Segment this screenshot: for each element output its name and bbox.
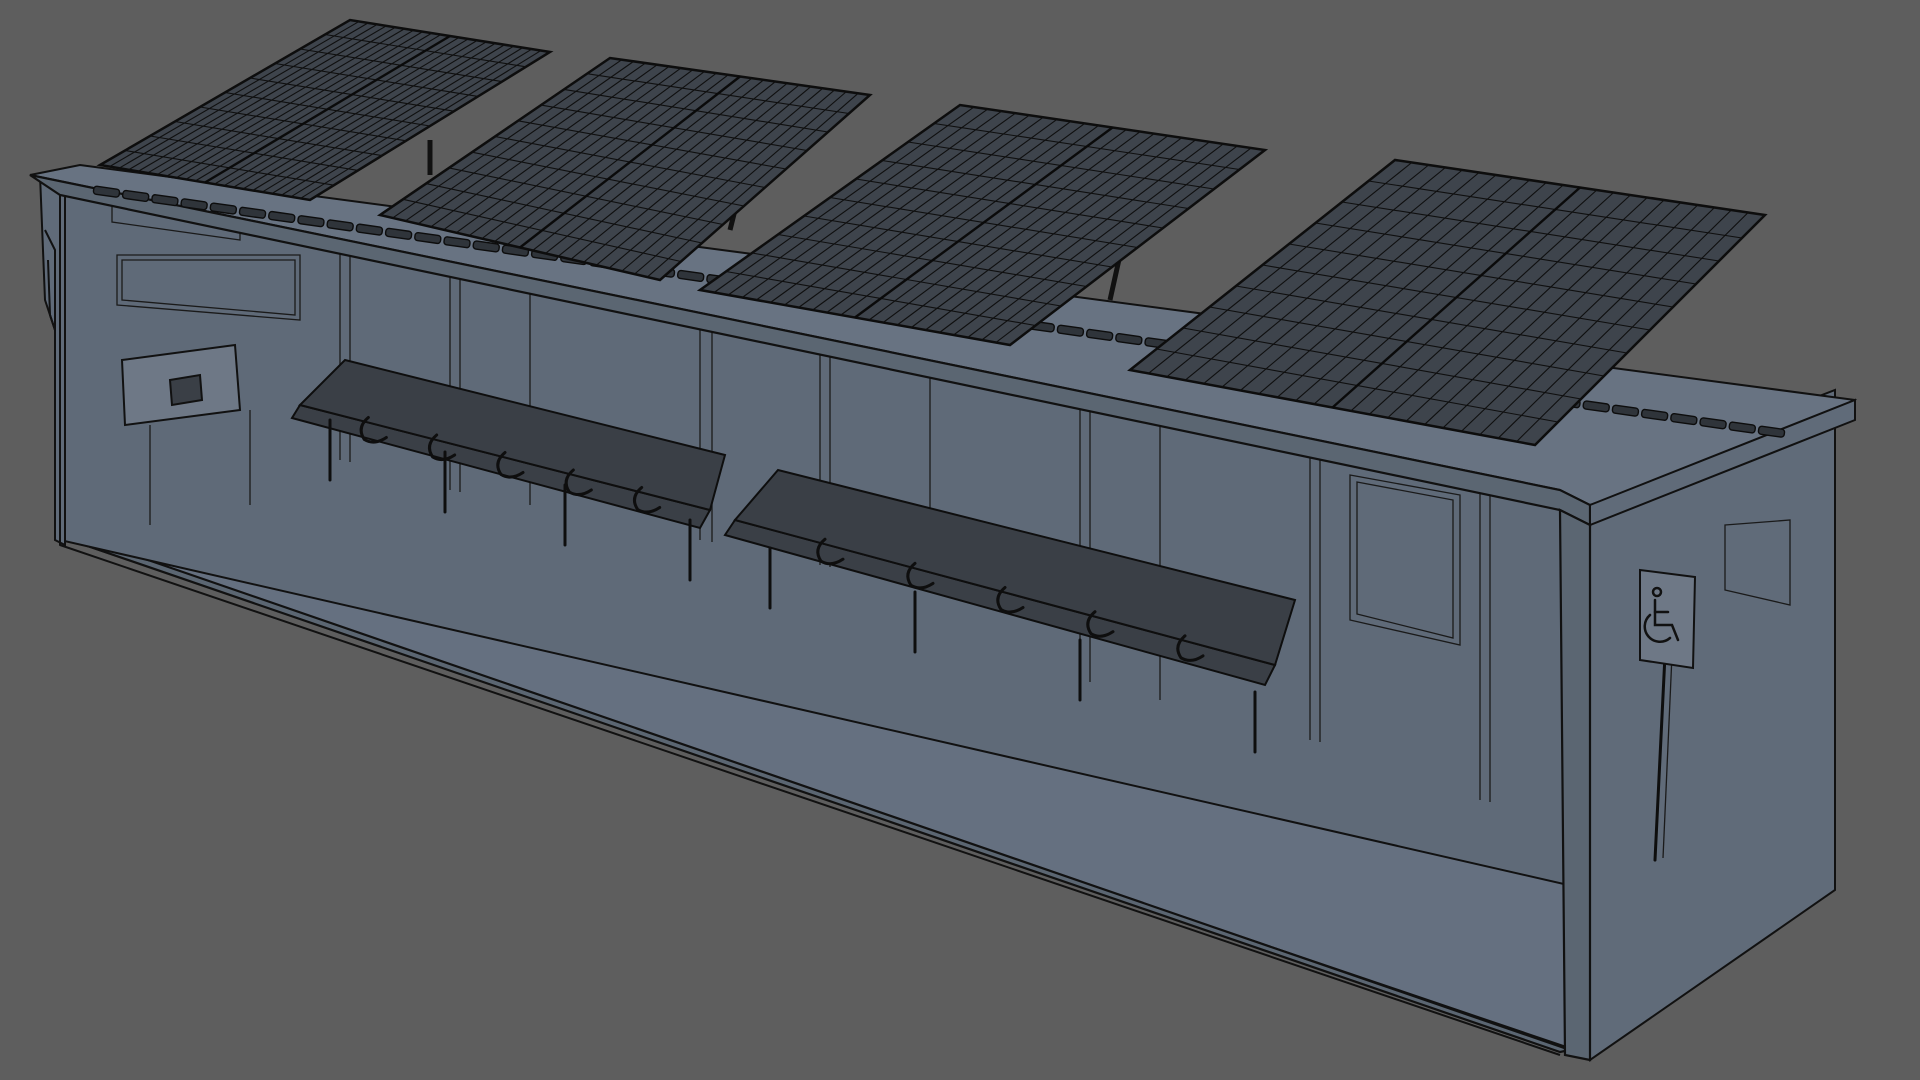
front-right-post: [1558, 508, 1592, 1062]
shelter-left-end-wall: [38, 173, 66, 547]
viewport: [0, 0, 1920, 1080]
bus-shelter-scene: [29, 18, 1857, 1062]
